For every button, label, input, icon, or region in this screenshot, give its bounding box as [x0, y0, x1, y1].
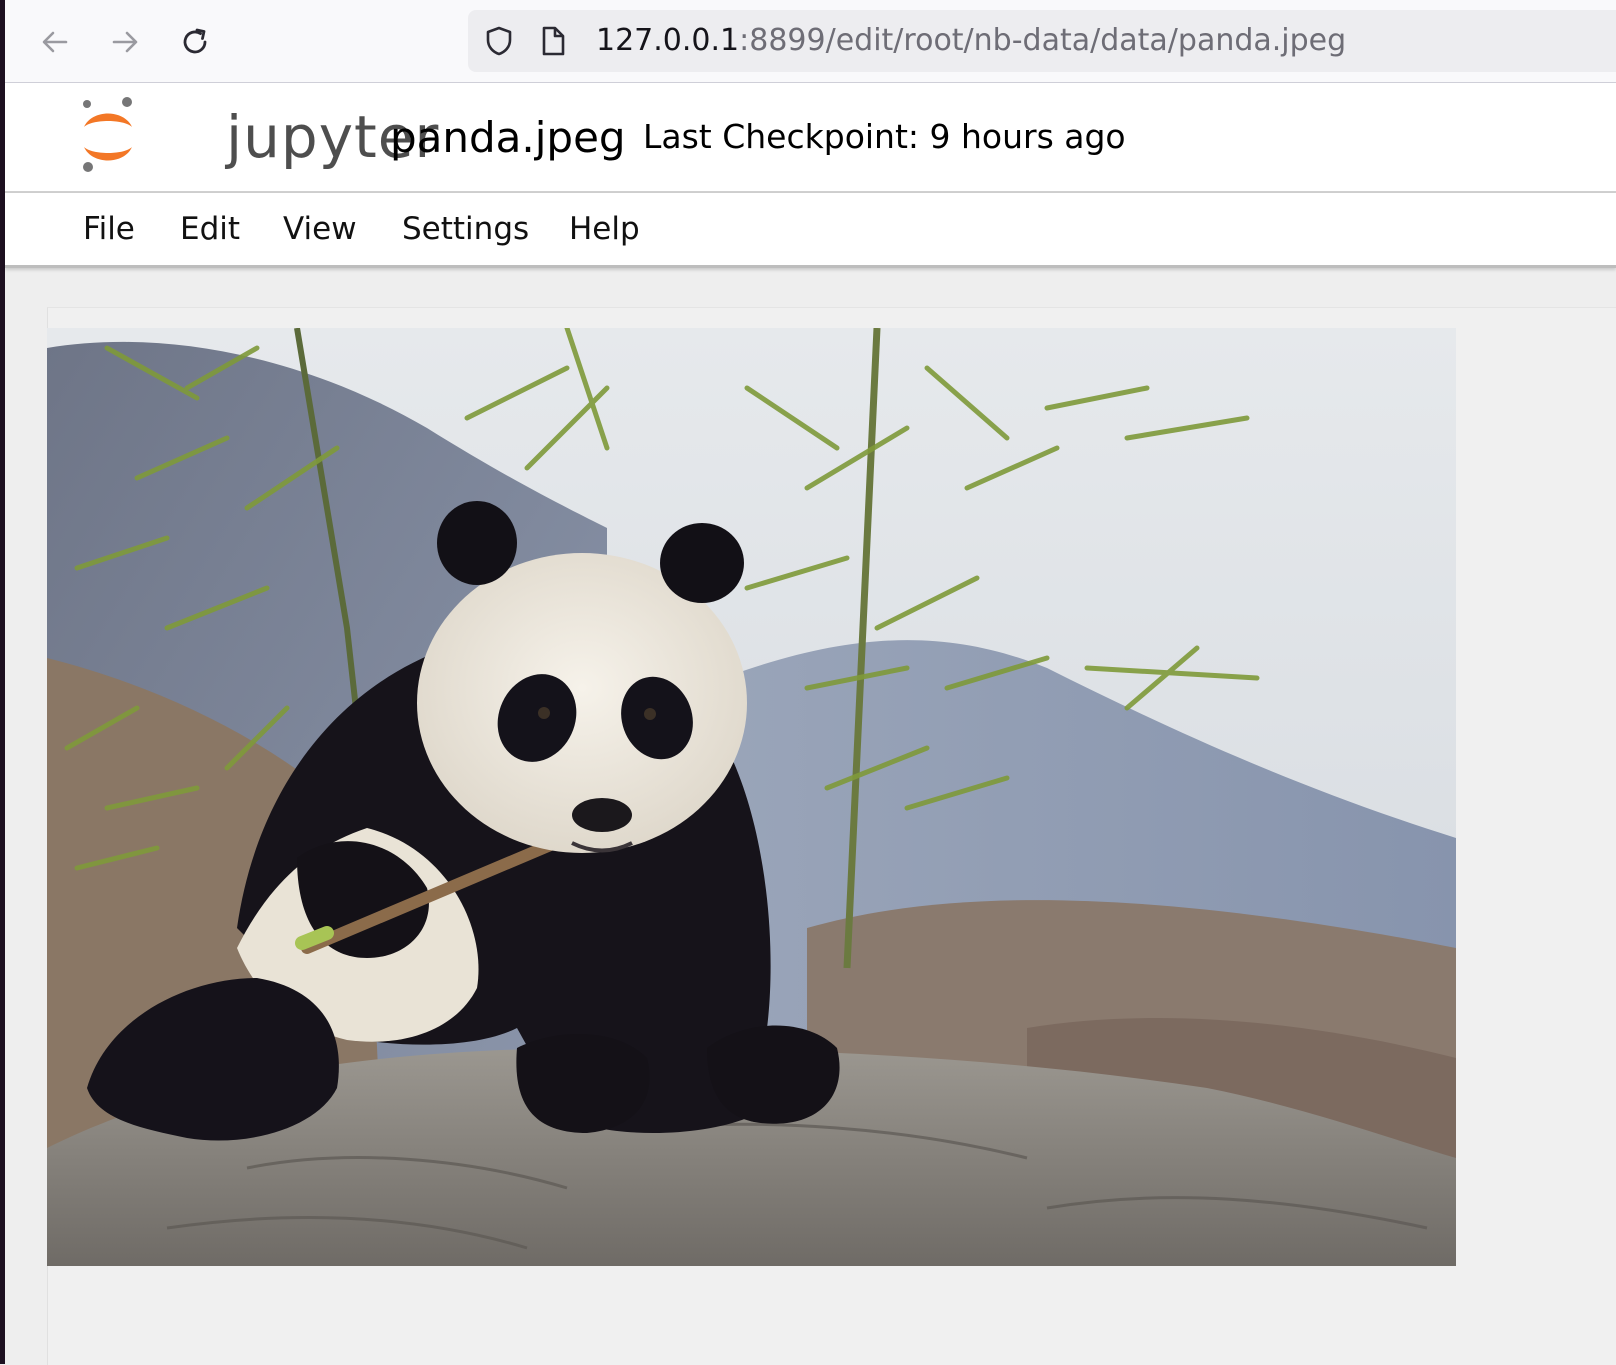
reload-button[interactable] [175, 22, 215, 62]
menu-file[interactable]: File [83, 211, 135, 247]
menu-bar: File Edit View Settings Help [5, 193, 1616, 268]
document-title[interactable]: panda.jpeg [390, 113, 626, 162]
back-button[interactable] [35, 22, 75, 62]
panda-photo [47, 328, 1456, 1266]
menu-edit[interactable]: Edit [180, 211, 240, 247]
forward-arrow-icon [112, 31, 138, 53]
url-text[interactable]: 127.0.0.1:8899/edit/root/nb-data/data/pa… [596, 23, 1346, 58]
back-arrow-icon [42, 31, 68, 53]
jupyter-logo-icon [83, 97, 132, 172]
forward-button[interactable] [105, 22, 145, 62]
address-bar[interactable]: 127.0.0.1:8899/edit/root/nb-data/data/pa… [468, 10, 1616, 72]
url-host: 127.0.0.1 [596, 23, 740, 58]
last-checkpoint: Last Checkpoint: 9 hours ago [643, 117, 1126, 156]
menu-help[interactable]: Help [569, 211, 640, 247]
url-path: :8899/edit/root/nb-data/data/panda.jpeg [739, 23, 1347, 58]
panda-image [47, 328, 1456, 1266]
menu-settings[interactable]: Settings [402, 211, 529, 247]
jupyter-logo[interactable]: jupyter [78, 97, 438, 177]
menu-view[interactable]: View [283, 211, 357, 247]
shield-icon [486, 26, 512, 56]
jupyter-header: jupyter panda.jpeg Last Checkpoint: 9 ho… [5, 83, 1616, 193]
reload-icon [183, 28, 207, 54]
browser-toolbar: 127.0.0.1:8899/edit/root/nb-data/data/pa… [5, 0, 1616, 83]
page-icon [542, 26, 565, 56]
